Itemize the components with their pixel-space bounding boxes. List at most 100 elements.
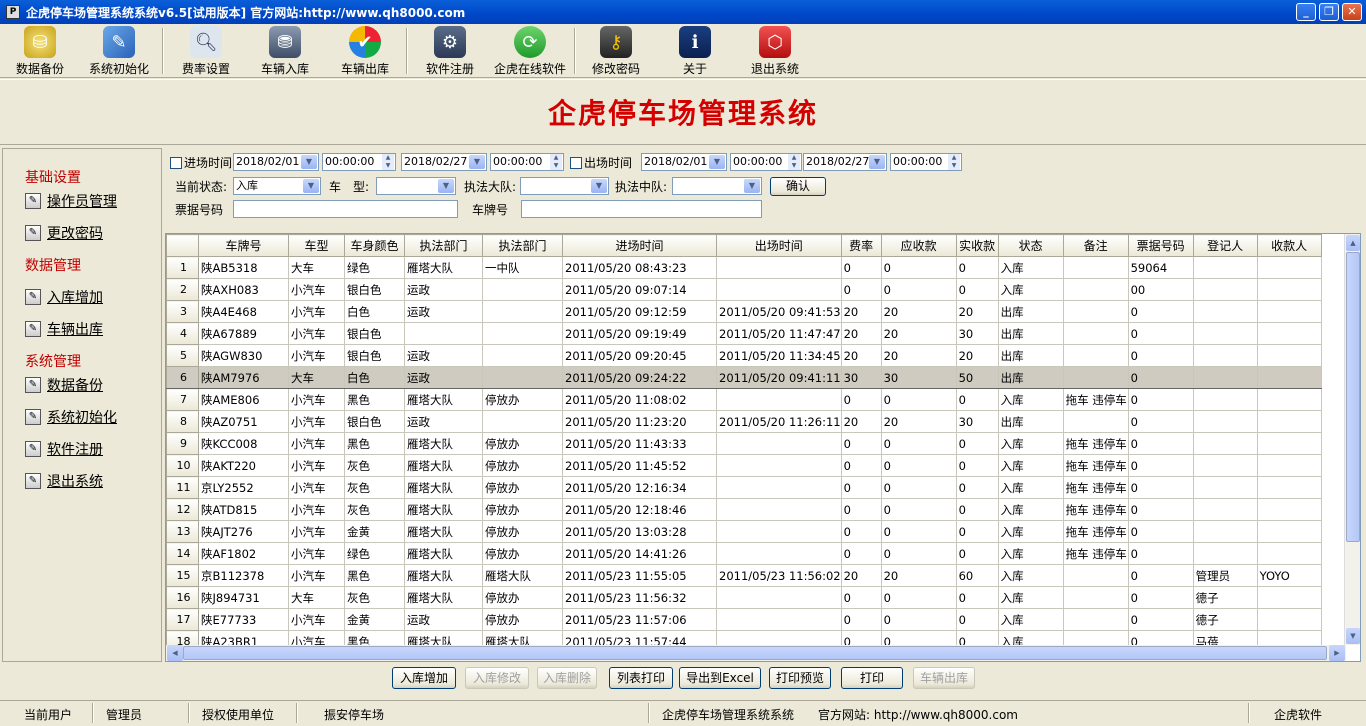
minimize-button[interactable]: _ [1296,3,1316,21]
table-cell[interactable]: 0 [880,586,957,609]
scroll-left-icon[interactable]: ◀ [167,645,183,661]
table-cell[interactable]: YOYO [1256,564,1322,587]
table-cell[interactable]: 2011/05/20 11:47:47 [716,322,842,345]
table-cell[interactable]: 陕AGW830 [198,344,289,367]
table-row[interactable]: 14 陕AF1802 小汽车 绿色 雁塔大队 停放办 2011/05/20 14:41:26… [166,542,1322,565]
row-number[interactable]: 7 [166,388,199,411]
vertical-scrollbar[interactable]: ▲ ▼ [1344,234,1360,645]
table-cell[interactable]: 运政 [404,300,483,323]
table-cell[interactable]: 停放办 [482,388,563,411]
table-cell[interactable]: 入库 [997,278,1064,301]
column-header[interactable]: 执法部门 [482,234,563,257]
checkbox-box[interactable] [570,157,582,169]
table-cell[interactable]: 2011/05/20 09:41:11 [716,366,842,389]
column-header[interactable]: 收款人 [1256,234,1322,257]
sidebar-item-change-password[interactable]: ✎ 更改密码 [25,223,103,243]
table-row[interactable]: 7 陕AME806 小汽车 黑色 雁塔大队 停放办 2011/05/20 11:08:02 0… [166,388,1322,411]
table-cell[interactable]: 入库 [997,542,1064,565]
table-cell[interactable]: 雁塔大队 [404,498,483,521]
table-cell[interactable]: 小汽车 [288,454,345,477]
table-cell[interactable]: 陕E77733 [198,608,289,631]
column-header[interactable]: 费率 [840,234,882,257]
toolbar-vehicle-in-button[interactable]: ⛃ 车辆入库 [254,26,316,76]
table-cell[interactable]: 30 [955,410,999,433]
table-cell[interactable] [716,256,842,279]
table-cell[interactable]: 2011/05/23 11:56:02 [716,564,842,587]
table-cell[interactable] [1062,344,1129,367]
table-cell[interactable]: 停放办 [482,498,563,521]
table-cell[interactable] [1256,344,1322,367]
table-cell[interactable]: 入库 [997,608,1064,631]
row-number[interactable]: 12 [166,498,199,521]
close-button[interactable]: ✕ [1342,3,1362,21]
table-cell[interactable]: 银白色 [344,410,405,433]
column-header[interactable]: 状态 [997,234,1064,257]
sidebar-item-init[interactable]: ✎ 系统初始化 [25,407,117,427]
table-cell[interactable]: 0 [955,256,999,279]
table-cell[interactable]: 大车 [288,586,345,609]
table-cell[interactable]: 管理员 [1192,564,1258,587]
table-cell[interactable]: 陕KCC008 [198,432,289,455]
column-header[interactable]: 车型 [288,234,345,257]
table-cell[interactable] [1256,454,1322,477]
table-cell[interactable]: 银白色 [344,344,405,367]
table-cell[interactable] [404,322,483,345]
table-cell[interactable]: 0 [840,520,882,543]
table-cell[interactable]: 运政 [404,366,483,389]
table-cell[interactable]: 白色 [344,300,405,323]
table-row[interactable]: 8 陕AZ0751 小汽车 银白色 运政 2011/05/20 11:23:20 2011/… [166,410,1322,433]
row-number[interactable]: 13 [166,520,199,543]
table-cell[interactable]: 20 [840,322,882,345]
table-cell[interactable]: 2011/05/20 12:16:34 [562,476,717,499]
table-cell[interactable] [716,388,842,411]
table-cell[interactable]: 0 [955,586,999,609]
table-cell[interactable] [1256,608,1322,631]
column-header[interactable]: 进场时间 [562,234,717,257]
table-cell[interactable]: 陕AB5318 [198,256,289,279]
table-cell[interactable] [716,432,842,455]
table-cell[interactable]: 拖车 违停车 [1062,476,1129,499]
row-number[interactable]: 3 [166,300,199,323]
column-header[interactable]: 出场时间 [716,234,842,257]
sidebar-item-backup[interactable]: ✎ 数据备份 [25,375,103,395]
table-cell[interactable]: 小汽车 [288,564,345,587]
app-icon[interactable]: P [6,5,20,19]
toolbar-exit-button[interactable]: ⬡ 退出系统 [744,26,806,76]
chevron-down-icon[interactable]: ▼ [591,179,607,193]
table-cell[interactable]: 0 [1127,322,1194,345]
table-cell[interactable] [1192,476,1258,499]
table-cell[interactable]: 2011/05/20 09:19:49 [562,322,717,345]
column-header[interactable]: 车身颜色 [344,234,405,257]
row-number[interactable]: 16 [166,586,199,609]
table-cell[interactable]: 入库 [997,432,1064,455]
entry-time-checkbox[interactable]: 进场时间 [170,154,232,171]
table-cell[interactable] [716,586,842,609]
table-cell[interactable]: 运政 [404,278,483,301]
table-cell[interactable] [716,476,842,499]
table-cell[interactable]: 0 [880,520,957,543]
table-cell[interactable] [716,498,842,521]
table-cell[interactable] [1062,586,1129,609]
table-cell[interactable] [1062,366,1129,389]
table-cell[interactable]: 0 [880,608,957,631]
table-cell[interactable]: 小汽车 [288,608,345,631]
table-cell[interactable]: 灰色 [344,476,405,499]
action-button[interactable]: 入库增加 [392,667,456,689]
table-cell[interactable]: 停放办 [482,608,563,631]
action-button[interactable]: 入库修改 [465,667,529,689]
table-row[interactable]: 2 陕AXH083 小汽车 银白色 运政 2011/05/20 09:07:14 0 0 0 入库… [166,278,1322,301]
table-cell[interactable]: 灰色 [344,586,405,609]
table-cell[interactable] [1256,586,1322,609]
toolbar-backup-button[interactable]: ⛁ 数据备份 [10,26,70,76]
table-cell[interactable] [482,322,563,345]
table-cell[interactable]: 陕AKT220 [198,454,289,477]
row-number[interactable]: 10 [166,454,199,477]
table-cell[interactable]: 20 [955,300,999,323]
table-cell[interactable]: 20 [840,344,882,367]
table-cell[interactable] [1062,278,1129,301]
table-row[interactable]: 1 陕AB5318 大车 绿色 雁塔大队 一中队 2011/05/20 08:43:23 0 0… [166,256,1322,279]
table-cell[interactable] [1256,278,1322,301]
table-cell[interactable] [1256,322,1322,345]
table-cell[interactable]: 银白色 [344,278,405,301]
table-cell[interactable]: 德子 [1192,586,1258,609]
